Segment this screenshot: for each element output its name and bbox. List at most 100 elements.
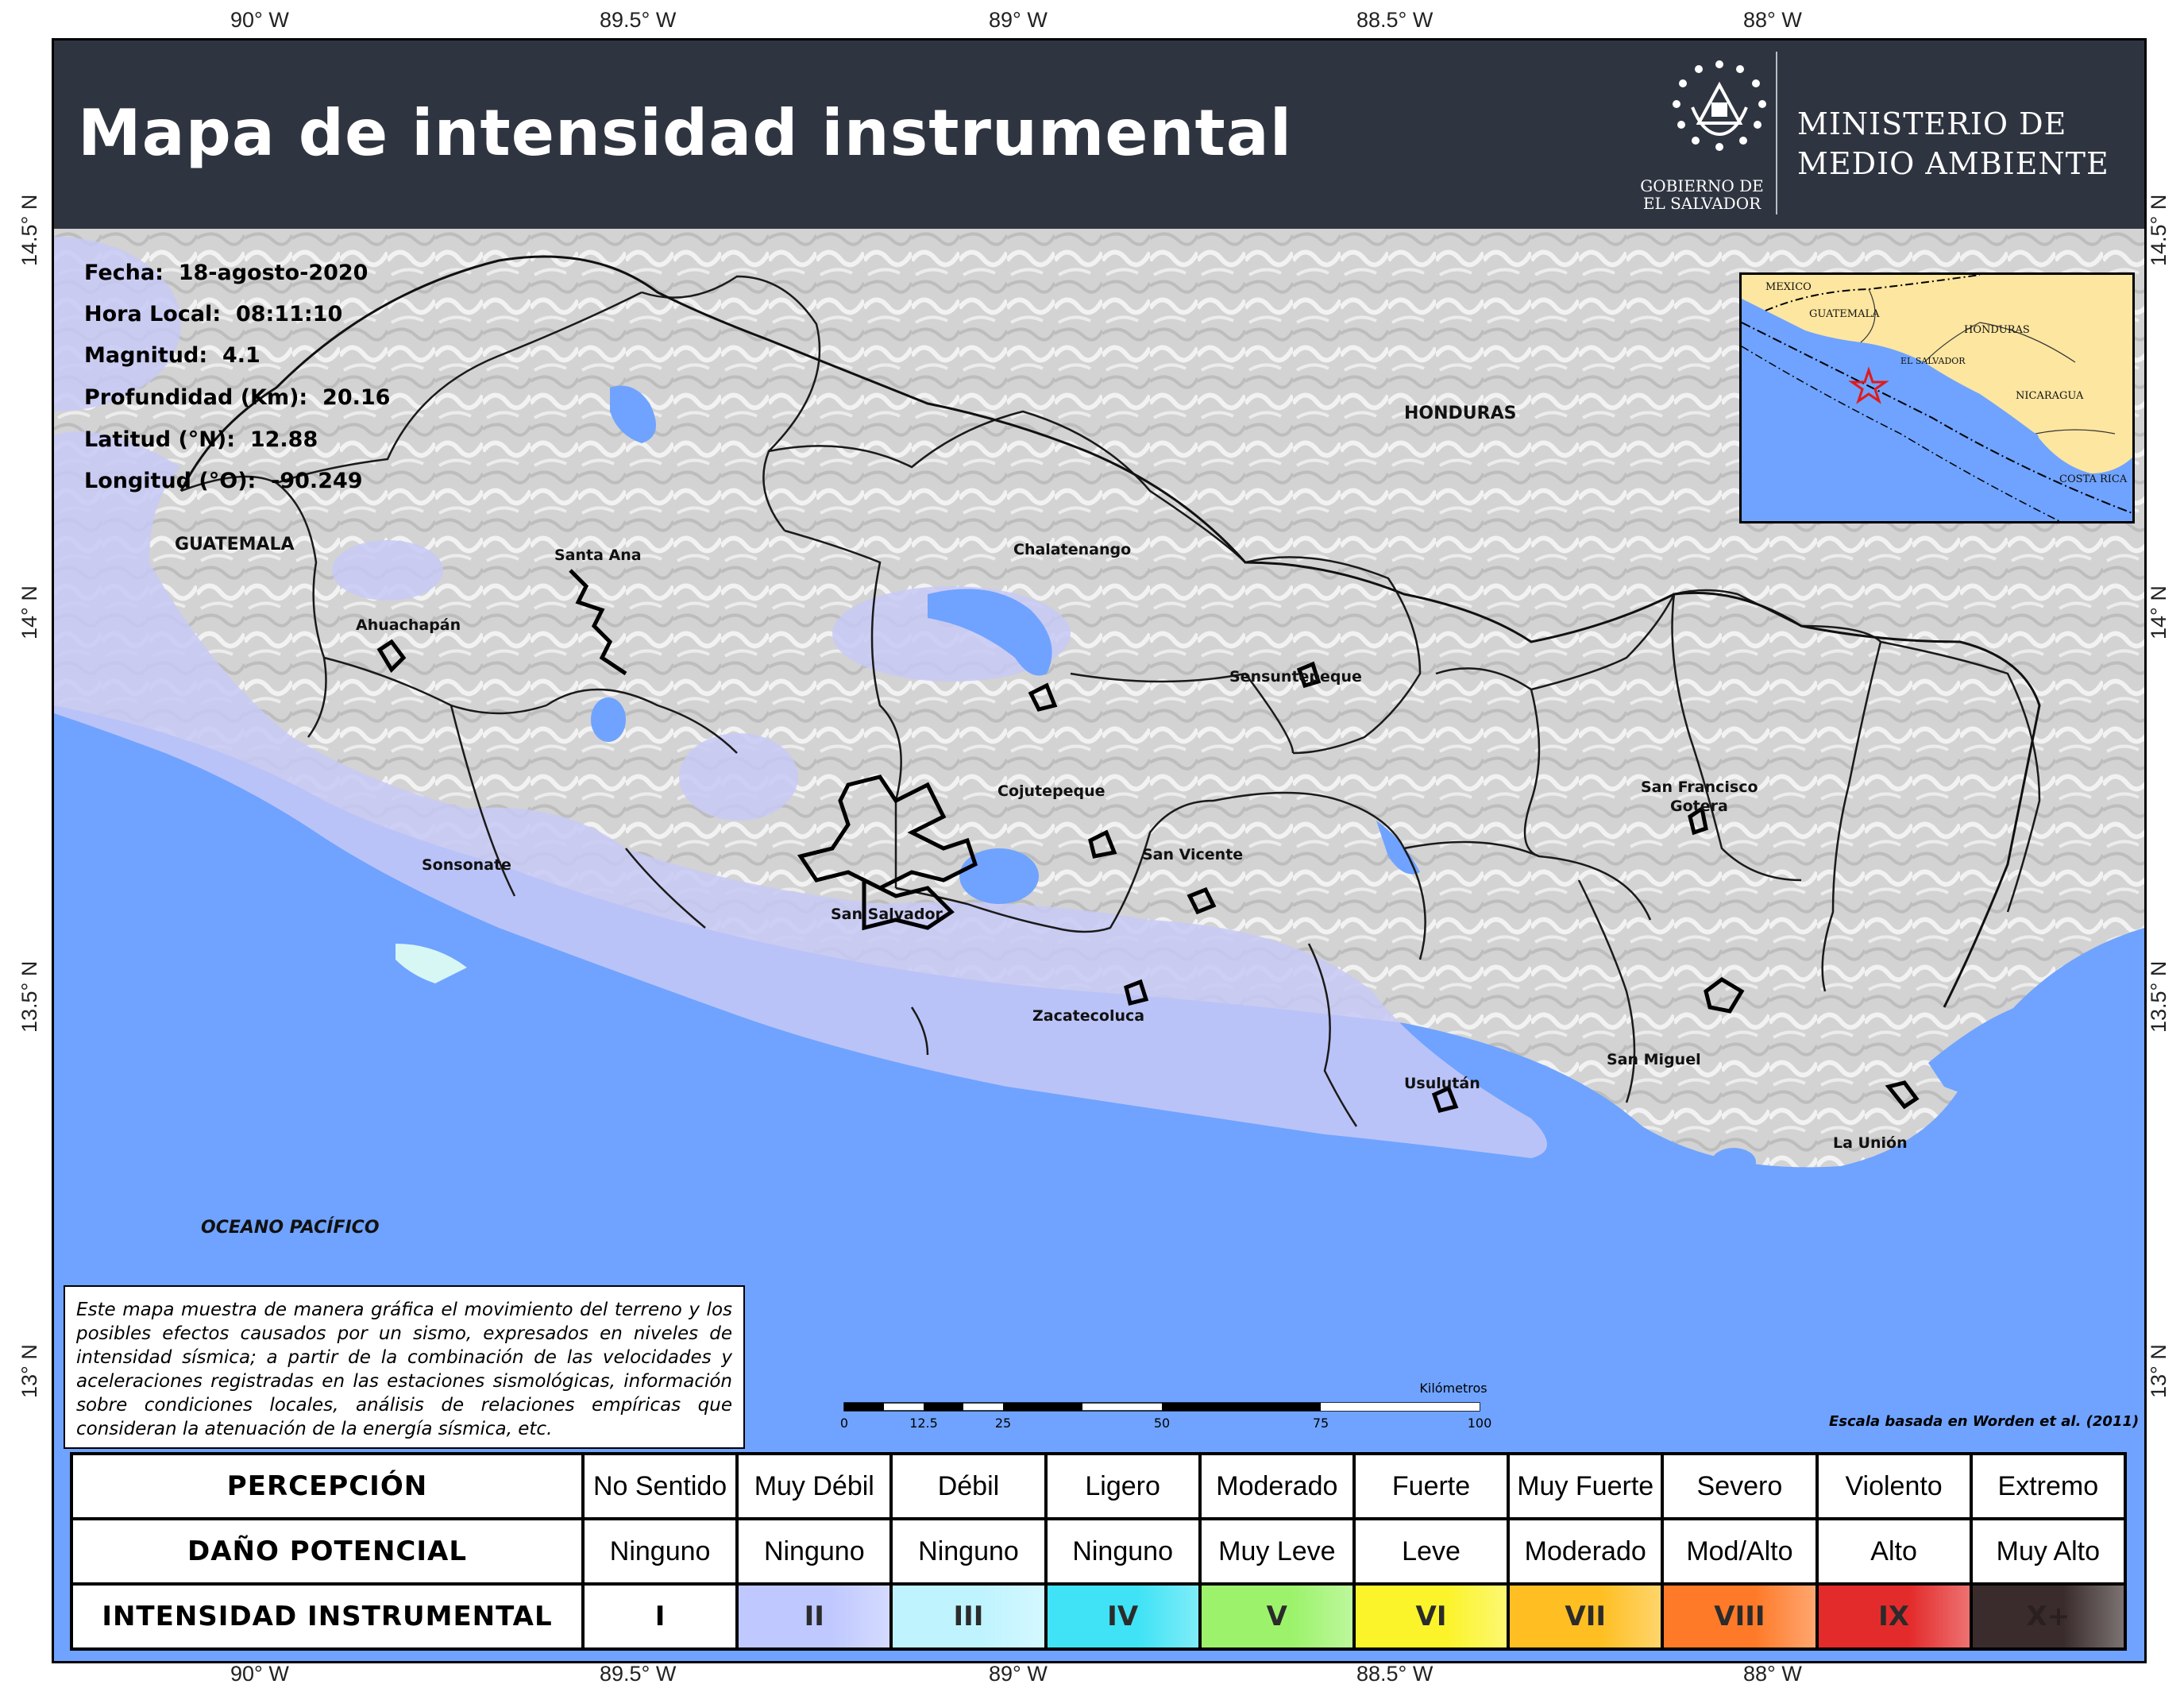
city-label: Sonsonate [422,856,511,874]
locator-inset: MEXICO GUATEMALA HONDURAS EL SALVADOR NI… [1739,272,2135,523]
legend-cell: Extremo [1969,1452,2128,1520]
legend-header: INTENSIDAD INSTRUMENTAL [70,1582,585,1651]
intensity-swatch: VIII [1661,1582,1819,1651]
city-label: Zacatecoluca [1032,1007,1145,1025]
inset-label: HONDURAS [1964,324,2030,336]
legend-table: PERCEPCIÓN No Sentido Muy Débil Débil Li… [70,1452,2128,1651]
scale-credit: Escala basada en Worden et al. (2011) [1829,1413,2140,1430]
city-label: Santa Ana [554,547,642,564]
map-header: Mapa de intensidad instrumental GOBIERNO… [54,41,2144,229]
country-label-guatemala: GUATEMALA [175,535,295,554]
hora-row: Hora Local: 08:11:10 [84,302,343,326]
lat-tick-left: 14.5° N [17,194,41,266]
lon-tick-bottom: 89° W [989,1662,1048,1686]
intensity-swatch: X+ [1969,1582,2128,1651]
scale-label: 50 [1153,1416,1171,1431]
magnitud-row: Magnitud: 4.1 [84,343,260,368]
profundidad-row: Profundidad (Km): 20.16 [84,385,391,410]
legend-cell: Muy Alto [1969,1517,2128,1586]
scale-label: 0 [839,1416,849,1431]
city-label: Sensuntepeque [1229,668,1362,686]
intensity-swatch: II [735,1582,893,1651]
city-label: Chalatenango [1013,541,1132,558]
intensity-ii-zone [332,540,443,601]
legend-cell: Ligero [1044,1452,1202,1520]
legend-cell: Violento [1815,1452,1973,1520]
inset-label: COSTA RICA [2059,473,2128,485]
ministry-line-2: MEDIO AMBIENTE [1797,146,2109,181]
intensity-swatch: III [889,1582,1048,1651]
intensity-swatch: IV [1044,1582,1202,1651]
intensity-swatch: VII [1507,1582,1665,1651]
city-label: Cojutepeque [997,782,1106,800]
inset-label: EL SALVADOR [1900,356,1966,366]
lon-tick-bottom: 89.5° W [600,1662,677,1686]
city-label: San Salvador [831,906,943,923]
intensity-map: Fecha: 18-agosto-2020 Hora Local: 08:11:… [54,229,2144,1661]
intensity-swatch: IX [1815,1582,1973,1651]
lon-tick-top: 89° W [989,8,1048,32]
legend-row-intensidad: INTENSIDAD INSTRUMENTAL I II III IV V VI… [70,1582,2128,1651]
lon-tick-top: 88° W [1743,8,1802,32]
inset-label: MEXICO [1765,281,1812,293]
map-frame: Mapa de intensidad instrumental GOBIERNO… [52,38,2147,1663]
intensity-swatch: I [581,1582,739,1651]
lat-tick-right: 13.5° N [2147,960,2170,1033]
legend-header: PERCEPCIÓN [70,1452,585,1520]
country-label-honduras: HONDURAS [1404,404,1517,423]
ocean-label: OCEANO PACÍFICO [201,1218,380,1238]
legend-cell: Alto [1815,1517,1973,1586]
legend-cell: Severo [1661,1452,1819,1520]
intensity-legend: PERCEPCIÓN No Sentido Muy Débil Débil Li… [70,1452,2128,1651]
inset-land [1742,275,2132,473]
inset-label: NICARAGUA [2016,390,2084,402]
lat-tick-right: 13° N [2147,1344,2170,1398]
legend-cell: Muy Débil [735,1452,893,1520]
city-label: Usulután [1404,1075,1480,1092]
lake [591,697,626,742]
scale-label: 75 [1312,1416,1329,1431]
government-label: GOBIERNO DE EL SALVADOR [1634,177,1769,212]
legend-row-dano: DAÑO POTENCIAL Ninguno Ninguno Ninguno N… [70,1517,2128,1586]
lat-tick-right: 14° N [2147,585,2170,639]
scale-label: 100 [1467,1416,1492,1431]
city-label: San Francisco [1641,778,1758,796]
legend-cell: Muy Leve [1198,1517,1356,1586]
legend-cell: Fuerte [1352,1452,1511,1520]
lat-tick-right: 14.5° N [2147,194,2170,266]
lat-tick-left: 14° N [17,585,41,639]
ministry-line-1: MINISTERIO DE [1797,106,2067,141]
lon-tick-top: 88.5° W [1356,8,1433,32]
legend-cell: No Sentido [581,1452,739,1520]
lon-tick-bottom: 88° W [1743,1662,1802,1686]
legend-row-percepcion: PERCEPCIÓN No Sentido Muy Débil Débil Li… [70,1452,2128,1520]
scale-label: 12.5 [909,1416,938,1431]
lon-tick-top: 90° W [230,8,289,32]
ministry-label: MINISTERIO DE MEDIO AMBIENTE [1797,104,2109,183]
scale-label: 25 [994,1416,1012,1431]
lake [1711,1148,1756,1176]
legend-cell: Ninguno [735,1517,893,1586]
gov-line-2: EL SALVADOR [1642,194,1761,213]
lat-tick-left: 13.5° N [17,960,41,1033]
gov-line-1: GOBIERNO DE [1640,176,1764,195]
intensity-ii-zone [679,733,798,821]
legend-cell: Ninguno [889,1517,1048,1586]
city-label: Ahuachapán [356,616,461,634]
legend-cell: Moderado [1198,1452,1356,1520]
map-title: Mapa de intensidad instrumental [78,96,1293,170]
legend-cell: Ninguno [581,1517,739,1586]
intensity-swatch: V [1198,1582,1356,1651]
lon-tick-top: 89.5° W [600,8,677,32]
city-label: Gotera [1670,798,1728,815]
fecha-row: Fecha: 18-agosto-2020 [84,261,369,285]
lat-tick-left: 13° N [17,1344,41,1398]
scale-bar: Kilómetros 0 12.5 25 50 75 100 [793,1381,1491,1436]
legend-header: DAÑO POTENCIAL [70,1517,585,1586]
map-description: Este mapa muestra de manera gráfica el m… [64,1285,745,1449]
legend-cell: Leve [1352,1517,1511,1586]
coat-of-arms-icon [1673,60,1766,151]
legend-cell: Ninguno [1044,1517,1202,1586]
inset-label: GUATEMALA [1809,308,1880,320]
lon-tick-bottom: 90° W [230,1662,289,1686]
